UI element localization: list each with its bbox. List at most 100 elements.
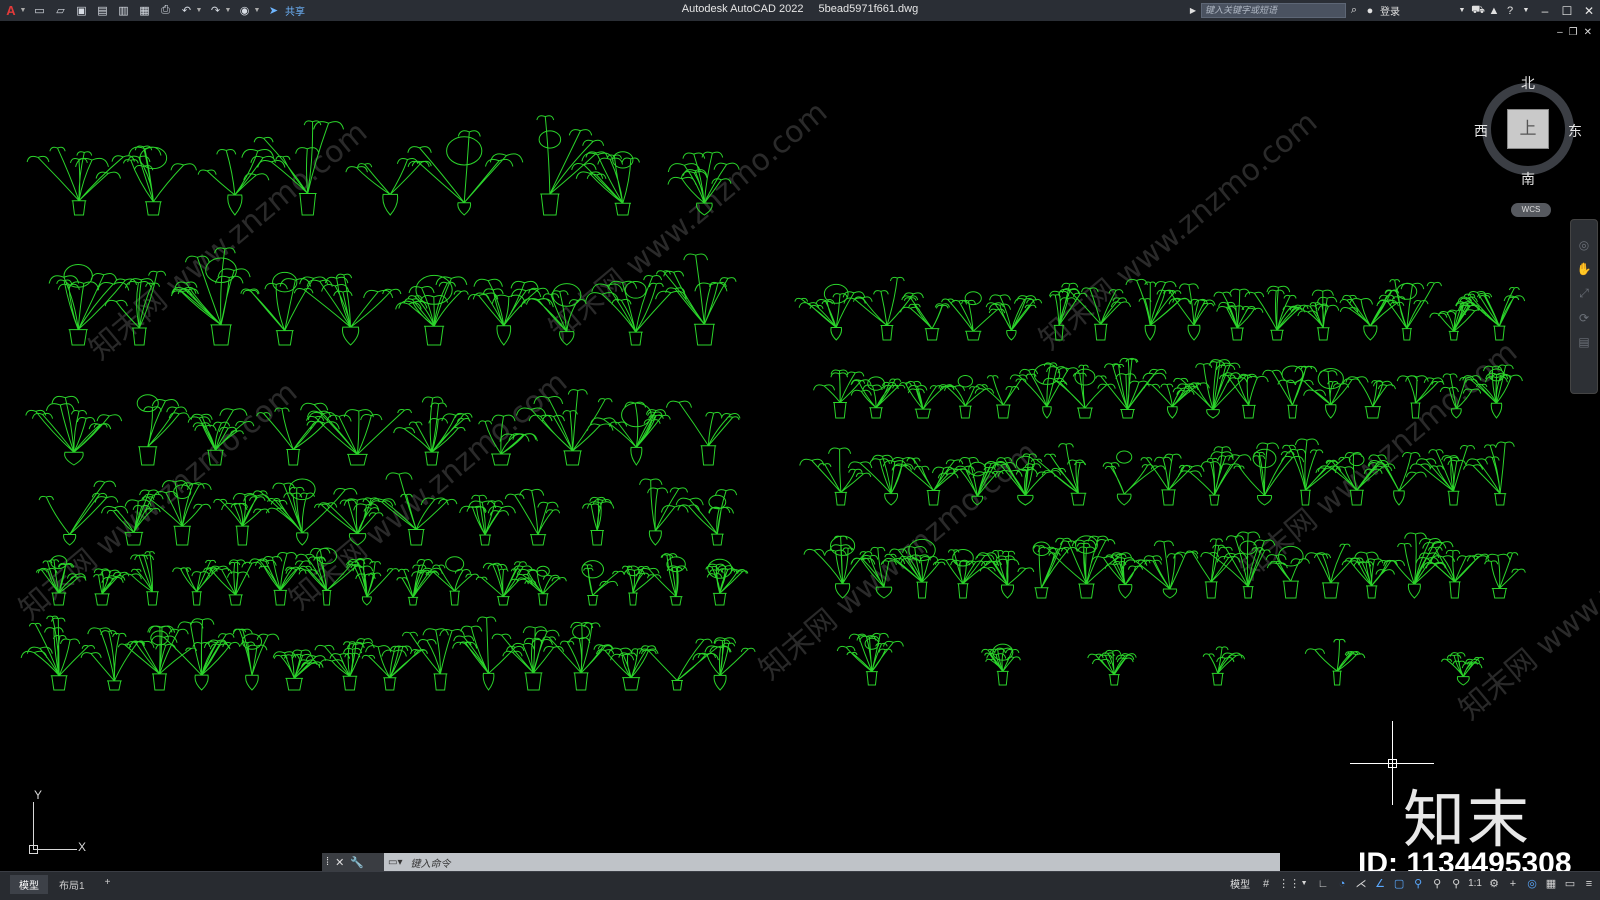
plant-symbol[interactable] [571, 151, 640, 216]
snap-caret-icon[interactable]: ▼ [1297, 880, 1311, 887]
plant-symbol[interactable] [26, 146, 135, 216]
auto-scale-icon[interactable]: ⚲ [1430, 877, 1444, 890]
showmotion-icon[interactable]: ▤ [1578, 335, 1589, 349]
search-input[interactable]: 键入关键字或短语 [1201, 3, 1346, 18]
plant-symbol[interactable] [1376, 279, 1442, 341]
plant-symbol[interactable] [1009, 362, 1080, 419]
snap-icon[interactable]: ⋮⋮ [1278, 877, 1300, 890]
share-button[interactable]: 共享 [285, 3, 305, 18]
plant-symbol[interactable] [272, 649, 327, 691]
drawing-close-icon[interactable]: ✕ [1584, 27, 1592, 38]
plant-symbol[interactable] [542, 621, 614, 691]
plant-symbol[interactable] [467, 278, 550, 346]
plant-symbol[interactable] [981, 643, 1021, 686]
plant-symbol[interactable] [504, 488, 561, 546]
drawing-canvas[interactable]: 知末网 www.znzmo.com 知末网 www.znzmo.com 知末网 ww… [0, 21, 1600, 880]
plant-symbol[interactable] [621, 565, 662, 606]
plant-symbol[interactable] [675, 489, 738, 546]
annotation-visibility-icon[interactable]: ⚲ [1411, 877, 1425, 890]
plant-symbol[interactable] [314, 638, 375, 691]
plant-symbol[interactable] [136, 394, 190, 466]
plant-symbol[interactable] [1409, 445, 1476, 506]
compass-west[interactable]: 西 [1474, 121, 1488, 141]
plant-symbol[interactable] [1233, 442, 1305, 506]
plant-symbol[interactable] [985, 294, 1043, 341]
command-input[interactable]: ▭▾ 键入命令 [384, 853, 1280, 871]
web-open-icon[interactable]: ▥ [116, 3, 131, 18]
isolate-icon[interactable]: ◎ [1525, 877, 1539, 890]
plant-symbol[interactable] [1143, 382, 1210, 419]
plant-symbol[interactable] [475, 561, 533, 606]
plant-symbol[interactable] [900, 295, 950, 341]
plant-symbol[interactable] [395, 274, 469, 346]
grid-icon[interactable]: # [1259, 878, 1273, 890]
recent-commands-icon[interactable]: ▭▾ [388, 857, 402, 868]
plant-symbol[interactable] [345, 158, 432, 216]
plant-symbol[interactable] [536, 115, 608, 216]
plant-symbol[interactable] [697, 637, 756, 691]
search-expand-icon[interactable]: ▶ [1185, 6, 1201, 15]
plant-symbol[interactable] [1037, 535, 1127, 599]
new-icon[interactable]: ▭ [32, 3, 47, 18]
plant-symbol[interactable] [516, 565, 567, 606]
ortho-icon[interactable]: ∟ [1316, 878, 1330, 890]
plant-symbol[interactable] [459, 494, 516, 546]
plant-symbol[interactable] [1294, 367, 1361, 419]
plant-symbol[interactable] [1140, 453, 1205, 506]
plant-symbol[interactable] [240, 271, 328, 346]
polar-icon[interactable]: ◔ [1335, 878, 1349, 890]
open-icon[interactable]: ▱ [53, 3, 68, 18]
viewcube-top-face[interactable]: 上 [1507, 109, 1549, 149]
plant-symbol[interactable] [427, 556, 480, 606]
plant-symbol[interactable] [1304, 638, 1366, 686]
plant-symbol[interactable] [213, 493, 271, 546]
plant-symbol[interactable] [976, 550, 1035, 599]
plant-symbol[interactable] [799, 447, 872, 506]
model-space-button[interactable]: 模型 [1230, 876, 1250, 891]
web-save-icon[interactable]: ▦ [137, 3, 152, 18]
plant-symbol[interactable] [1341, 551, 1398, 599]
plant-symbol[interactable] [1213, 288, 1264, 341]
plant-symbol[interactable] [596, 645, 659, 691]
autocad-logo-icon[interactable]: A [4, 3, 18, 18]
saveas-icon[interactable]: ▤ [95, 3, 110, 18]
plant-symbol[interactable] [25, 395, 123, 466]
plant-symbol[interactable] [1262, 365, 1318, 419]
compass-north[interactable]: 北 [1521, 73, 1535, 93]
plant-symbol[interactable] [847, 454, 916, 506]
plant-symbol[interactable] [361, 645, 428, 691]
help-icon[interactable]: ? [1502, 5, 1518, 17]
object-snap-icon[interactable]: ▢ [1392, 877, 1406, 890]
plant-symbol[interactable] [150, 618, 241, 691]
plant-symbol[interactable] [1202, 646, 1246, 686]
plant-symbol[interactable] [491, 626, 565, 691]
plant-symbol[interactable] [1219, 373, 1269, 419]
plant-symbol[interactable] [975, 375, 1027, 419]
drawing-restore-icon[interactable]: ❐ [1569, 27, 1578, 38]
plant-symbol[interactable] [1173, 359, 1252, 419]
plant-symbol[interactable] [1304, 543, 1361, 599]
plant-symbol[interactable] [1297, 289, 1340, 341]
grip-icon[interactable]: ⁞ [326, 856, 329, 868]
command-close-icon[interactable]: ✕ [335, 856, 344, 869]
plant-symbol[interactable] [1345, 376, 1396, 419]
redo-icon[interactable]: ↷ [208, 3, 223, 18]
share-icon[interactable]: ➤ [266, 3, 281, 18]
search-icon[interactable]: ⌕ [1346, 4, 1362, 17]
plant-symbol[interactable] [941, 291, 1006, 341]
plant-symbol[interactable] [813, 369, 872, 419]
plant-symbol[interactable] [1463, 441, 1515, 506]
print-icon[interactable]: ⎙ [158, 3, 173, 18]
maximize-icon[interactable]: ☐ [1556, 4, 1578, 18]
plant-symbol[interactable] [1484, 552, 1526, 599]
customize-icon[interactable]: 🔧 [350, 856, 364, 869]
app-menu-caret-icon[interactable]: ▼ [20, 3, 27, 18]
plant-symbol[interactable] [638, 553, 688, 606]
orbit-icon[interactable]: ⟳ [1579, 311, 1589, 325]
save-icon[interactable]: ▣ [74, 3, 89, 18]
undo-caret-icon[interactable]: ▼ [196, 3, 203, 18]
minimize-icon[interactable]: – [1534, 4, 1556, 18]
plant-symbol[interactable] [1030, 443, 1087, 506]
add-layout-button[interactable]: + [96, 875, 120, 894]
plant-symbol[interactable] [1163, 283, 1216, 341]
